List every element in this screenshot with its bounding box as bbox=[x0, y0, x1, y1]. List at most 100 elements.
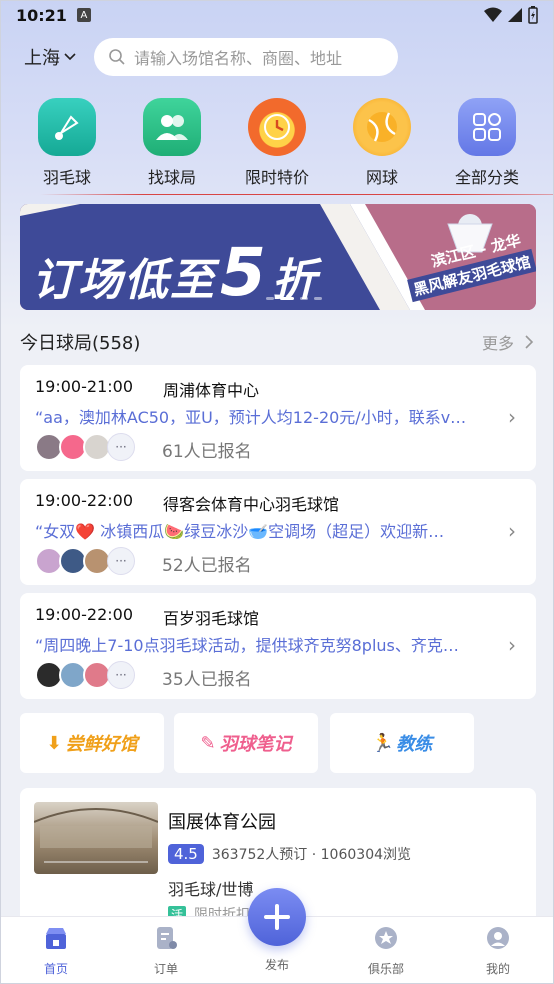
chevron-right-icon bbox=[525, 335, 534, 349]
tab-label: 首页 bbox=[43, 962, 68, 976]
tab-orders[interactable]: 订单 bbox=[126, 925, 206, 977]
category-label: 找球局 bbox=[147, 168, 196, 187]
game-card[interactable]: 19:00-22:00 得客会体育中心羽毛球馆 “女双❤️ 冰镇西瓜🍉绿豆冰沙🥣… bbox=[20, 479, 536, 585]
tile-label: 羽球笔记 bbox=[219, 734, 292, 755]
publish-button[interactable] bbox=[248, 888, 306, 946]
city-label: 上海 bbox=[24, 48, 60, 69]
game-title-row: 19:00-21:00 周浦体育中心 bbox=[35, 377, 259, 401]
game-time: 19:00-22:00 bbox=[35, 491, 133, 510]
clock-icon bbox=[248, 98, 306, 156]
category-badminton[interactable]: 羽毛球 bbox=[22, 98, 112, 188]
tab-club[interactable]: 俱乐部 bbox=[346, 925, 426, 977]
people-icon bbox=[143, 98, 201, 156]
badminton-icon bbox=[38, 98, 96, 156]
publish-label: 发布 bbox=[264, 958, 289, 972]
participant-avatars: ··· bbox=[35, 547, 135, 575]
signup-count: 35人已报名 bbox=[162, 670, 252, 690]
notification-badge-icon: A bbox=[76, 8, 91, 22]
tile-notes[interactable]: ✎ 羽球笔记 bbox=[174, 713, 318, 773]
banner-big-number: 5 bbox=[220, 234, 268, 310]
plus-icon bbox=[264, 904, 290, 930]
club-icon bbox=[375, 927, 397, 949]
chevron-down-icon bbox=[64, 53, 76, 61]
signup-count: 61人已报名 bbox=[162, 442, 252, 462]
category-tennis[interactable]: 网球 bbox=[337, 98, 427, 188]
category-limited-deal[interactable]: 限时特价 bbox=[232, 98, 322, 188]
battery-icon bbox=[528, 6, 538, 24]
city-selector[interactable]: 上海 bbox=[24, 44, 76, 70]
tile-label: 教练 bbox=[396, 734, 433, 755]
grid-icon bbox=[458, 98, 516, 156]
tab-home[interactable]: 首页 bbox=[16, 925, 96, 977]
feature-tiles: ⬇ 尝鲜好馆 ✎ 羽球笔记 🏃 教练 bbox=[20, 713, 536, 773]
signup-count: 52人已报名 bbox=[162, 556, 252, 576]
wifi-icon bbox=[484, 7, 502, 22]
tab-profile[interactable]: 我的 bbox=[458, 925, 538, 977]
game-description: “周四晚上7-10点羽毛球活动，提供球齐克努8plus、齐克… bbox=[35, 636, 459, 655]
search-input[interactable]: 请输入场馆名称、商圈、地址 bbox=[94, 38, 398, 76]
tab-label: 订单 bbox=[153, 962, 178, 976]
banner-dot bbox=[266, 297, 274, 300]
category-label: 羽毛球 bbox=[42, 168, 91, 187]
banner-dot bbox=[314, 297, 322, 300]
tab-label: 俱乐部 bbox=[367, 962, 404, 976]
download-icon: ⬇ bbox=[46, 732, 62, 754]
tab-label: 我的 bbox=[485, 962, 510, 976]
category-find-game[interactable]: 找球局 bbox=[127, 98, 217, 188]
chevron-right-icon: › bbox=[508, 405, 516, 429]
top-bar: 上海 请输入场馆名称、商圈、地址 bbox=[0, 36, 554, 78]
today-games-header: 今日球局(558) 更多 bbox=[20, 330, 534, 354]
orders-icon bbox=[157, 927, 177, 949]
home-icon bbox=[46, 928, 66, 949]
status-bar: 10:21 A bbox=[0, 0, 554, 30]
category-label: 网球 bbox=[365, 168, 398, 187]
game-venue: 得客会体育中心羽毛球馆 bbox=[163, 495, 340, 514]
today-games-title: 今日球局(558) bbox=[20, 333, 141, 354]
game-title-row: 19:00-22:00 得客会体育中心羽毛球馆 bbox=[35, 491, 339, 515]
banner-pagination bbox=[266, 297, 322, 300]
chevron-right-icon: › bbox=[508, 633, 516, 657]
game-card[interactable]: 19:00-21:00 周浦体育中心 “aa，澳加林AC50，亚U，预计人均12… bbox=[20, 365, 536, 471]
more-avatars-icon: ··· bbox=[107, 661, 135, 689]
coach-icon: 🏃 bbox=[371, 732, 395, 754]
banner-dot bbox=[300, 297, 308, 300]
venue-photo bbox=[34, 802, 158, 874]
participant-avatars: ··· bbox=[35, 661, 135, 689]
banner-dot-active bbox=[280, 297, 294, 300]
more-label: 更多 bbox=[481, 334, 514, 353]
banner-headline-text: 订场低至 bbox=[32, 255, 216, 306]
divider-line bbox=[40, 194, 554, 195]
participant-avatars: ··· bbox=[35, 433, 135, 461]
game-title-row: 19:00-22:00 百岁羽毛球馆 bbox=[35, 605, 259, 629]
venue-score: 4.5 bbox=[168, 844, 204, 864]
more-avatars-icon: ··· bbox=[107, 433, 135, 461]
search-placeholder: 请输入场馆名称、商圈、地址 bbox=[134, 49, 343, 68]
more-avatars-icon: ··· bbox=[107, 547, 135, 575]
category-all[interactable]: 全部分类 bbox=[442, 98, 532, 188]
status-time: 10:21 bbox=[16, 5, 67, 25]
game-venue: 周浦体育中心 bbox=[163, 381, 260, 400]
category-label: 限时特价 bbox=[244, 168, 309, 187]
chevron-right-icon: › bbox=[508, 519, 516, 543]
status-icons bbox=[484, 6, 538, 24]
tennis-icon bbox=[353, 98, 411, 156]
venue-meta: 4.5 363752人预订 · 1060304浏览 bbox=[168, 844, 411, 864]
game-card[interactable]: 19:00-22:00 百岁羽毛球馆 “周四晚上7-10点羽毛球活动，提供球齐克… bbox=[20, 593, 536, 699]
search-icon bbox=[109, 49, 125, 65]
more-link[interactable]: 更多 bbox=[482, 330, 534, 354]
venue-sport: 羽毛球/世博 bbox=[168, 880, 254, 899]
game-time: 19:00-22:00 bbox=[35, 605, 133, 624]
game-description: “女双❤️ 冰镇西瓜🍉绿豆冰沙🥣空调场（超足）欢迎新… bbox=[35, 522, 445, 541]
category-label: 全部分类 bbox=[454, 168, 519, 187]
promo-banner[interactable]: 订场低至 5 折 滨江区 - 龙华 黑风解友羽毛球馆 bbox=[20, 204, 536, 310]
tile-label: 尝鲜好馆 bbox=[65, 734, 138, 755]
category-row: 羽毛球 找球局 限时特价 网球 全部分类 bbox=[0, 98, 554, 190]
game-time: 19:00-21:00 bbox=[35, 377, 133, 396]
venue-name: 国展体育公园 bbox=[168, 812, 276, 833]
tile-new-venues[interactable]: ⬇ 尝鲜好馆 bbox=[20, 713, 164, 773]
game-venue: 百岁羽毛球馆 bbox=[163, 609, 260, 628]
signal-icon bbox=[508, 8, 522, 22]
tile-coach[interactable]: 🏃 教练 bbox=[330, 713, 474, 773]
pen-icon: ✎ bbox=[200, 732, 216, 754]
venue-stats: 363752人预订 · 1060304浏览 bbox=[211, 847, 412, 863]
